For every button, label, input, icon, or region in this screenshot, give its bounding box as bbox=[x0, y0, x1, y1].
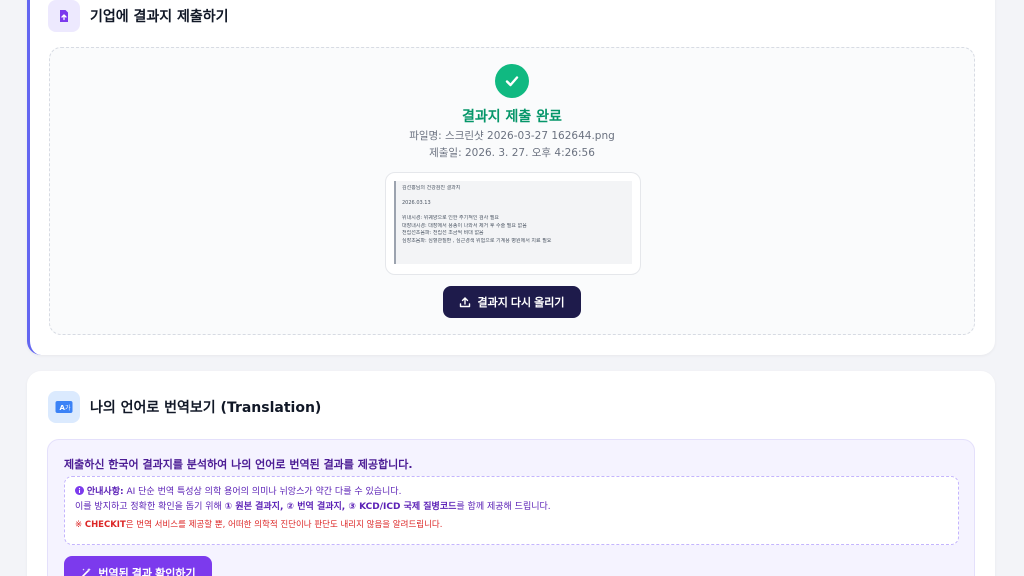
result-preview-image: 김선홍님의 건강검진 결과지 2026.03.13 위내시경: 위궤양으로 인한… bbox=[385, 172, 641, 275]
submit-complete-title: 결과지 제출 완료 bbox=[462, 109, 562, 125]
info-icon bbox=[75, 486, 84, 495]
upload-dropzone[interactable]: 결과지 제출 완료 파일명: 스크린샷 2026-03-27 162644.pn… bbox=[49, 47, 975, 335]
translation-intro-text: 제출하신 한국어 결과지를 분석하여 나의 언어로 번역된 결과를 제공합니다. bbox=[64, 458, 413, 471]
preview-line: 심장초음파: 심혈관질환 , 심근경색 위험으로 기계용 병원에서 치료 필요 bbox=[402, 237, 552, 244]
preview-line: 2026.03.13 bbox=[402, 200, 431, 206]
disclaimer-warning: ※ CHECKIT은 번역 서비스를 제공할 뿐, 어떠한 의학적 진단이나 판… bbox=[75, 518, 948, 532]
preview-line: 김선홍님의 건강검진 결과지 bbox=[402, 185, 461, 191]
notice-line-1: 안내사항: AI 단순 번역 특성상 의학 용어의 의미나 뉘앙스가 약간 다를… bbox=[75, 485, 948, 500]
preview-line: 위내시경: 위궤양으로 인한 주기적인 검사 필요 bbox=[402, 215, 500, 221]
warning-prefix: ※ bbox=[75, 520, 85, 530]
notice-label: 안내사항: bbox=[86, 487, 124, 497]
preview-document: 김선홍님의 건강검진 결과지 2026.03.13 위내시경: 위궤양으로 인한… bbox=[394, 181, 632, 264]
submit-date-text: 제출일: 2026. 3. 27. 오후 4:26:56 bbox=[429, 147, 595, 159]
notice-line-2: 이를 방지하고 정확한 확인을 돕기 위해 ① 원본 결과지, ② 번역 결과지… bbox=[75, 500, 948, 515]
reupload-button-label: 결과지 다시 올리기 bbox=[477, 297, 565, 309]
view-translation-button[interactable]: 번역된 결과 확인하기 bbox=[64, 556, 212, 576]
translation-section-header: A 가 나의 언어로 번역보기 (Translation) bbox=[48, 391, 321, 423]
preview-line: 대장내시경: 대장에서 용종이 나와서 제거 후 수술 필요 없음 bbox=[402, 222, 527, 229]
translation-section-title: 나의 언어로 번역보기 (Translation) bbox=[90, 400, 322, 416]
reupload-button[interactable]: 결과지 다시 올리기 bbox=[443, 286, 581, 318]
magic-wand-icon bbox=[82, 567, 92, 576]
notice-line2-prefix: 이를 방지하고 정확한 확인을 돕기 위해 bbox=[75, 502, 225, 512]
check-circle-icon bbox=[495, 64, 529, 98]
notice-text: AI 단순 번역 특성상 의학 용어의 의미나 뉘앙스가 약간 다를 수 있습니… bbox=[123, 487, 402, 497]
submit-section-header: 기업에 결과지 제출하기 bbox=[48, 0, 229, 32]
upload-icon bbox=[460, 297, 471, 308]
translation-info-panel: 제출하신 한국어 결과지를 분석하여 나의 언어로 번역된 결과를 제공합니다.… bbox=[47, 439, 975, 576]
warning-text: 은 번역 서비스를 제공할 뿐, 어떠한 의학적 진단이나 판단도 내리지 않음… bbox=[125, 520, 443, 530]
translate-icon: A 가 bbox=[48, 391, 80, 423]
document-upload-icon bbox=[48, 0, 80, 32]
translation-notice-box: 안내사항: AI 단순 번역 특성상 의학 용어의 의미나 뉘앙스가 약간 다를… bbox=[64, 476, 959, 545]
warning-brand: CHECKIT bbox=[84, 520, 126, 530]
submit-section-title: 기업에 결과지 제출하기 bbox=[90, 9, 229, 25]
file-name-text: 파일명: 스크린샷 2026-03-27 162644.png bbox=[409, 130, 615, 142]
view-translation-button-label: 번역된 결과 확인하기 bbox=[98, 568, 196, 576]
preview-line: 전립선초음파: 전립선 조금씩 비대 없음 bbox=[402, 230, 484, 236]
preview-line bbox=[402, 208, 626, 216]
notice-line2-suffix: 를 함께 제공해 드립니다. bbox=[456, 502, 551, 512]
notice-line2-bold: ① 원본 결과지, ② 번역 결과지, ③ KCD/ICD 국제 질병코드 bbox=[224, 502, 457, 512]
svg-text:가: 가 bbox=[65, 404, 71, 412]
preview-line bbox=[402, 193, 626, 201]
